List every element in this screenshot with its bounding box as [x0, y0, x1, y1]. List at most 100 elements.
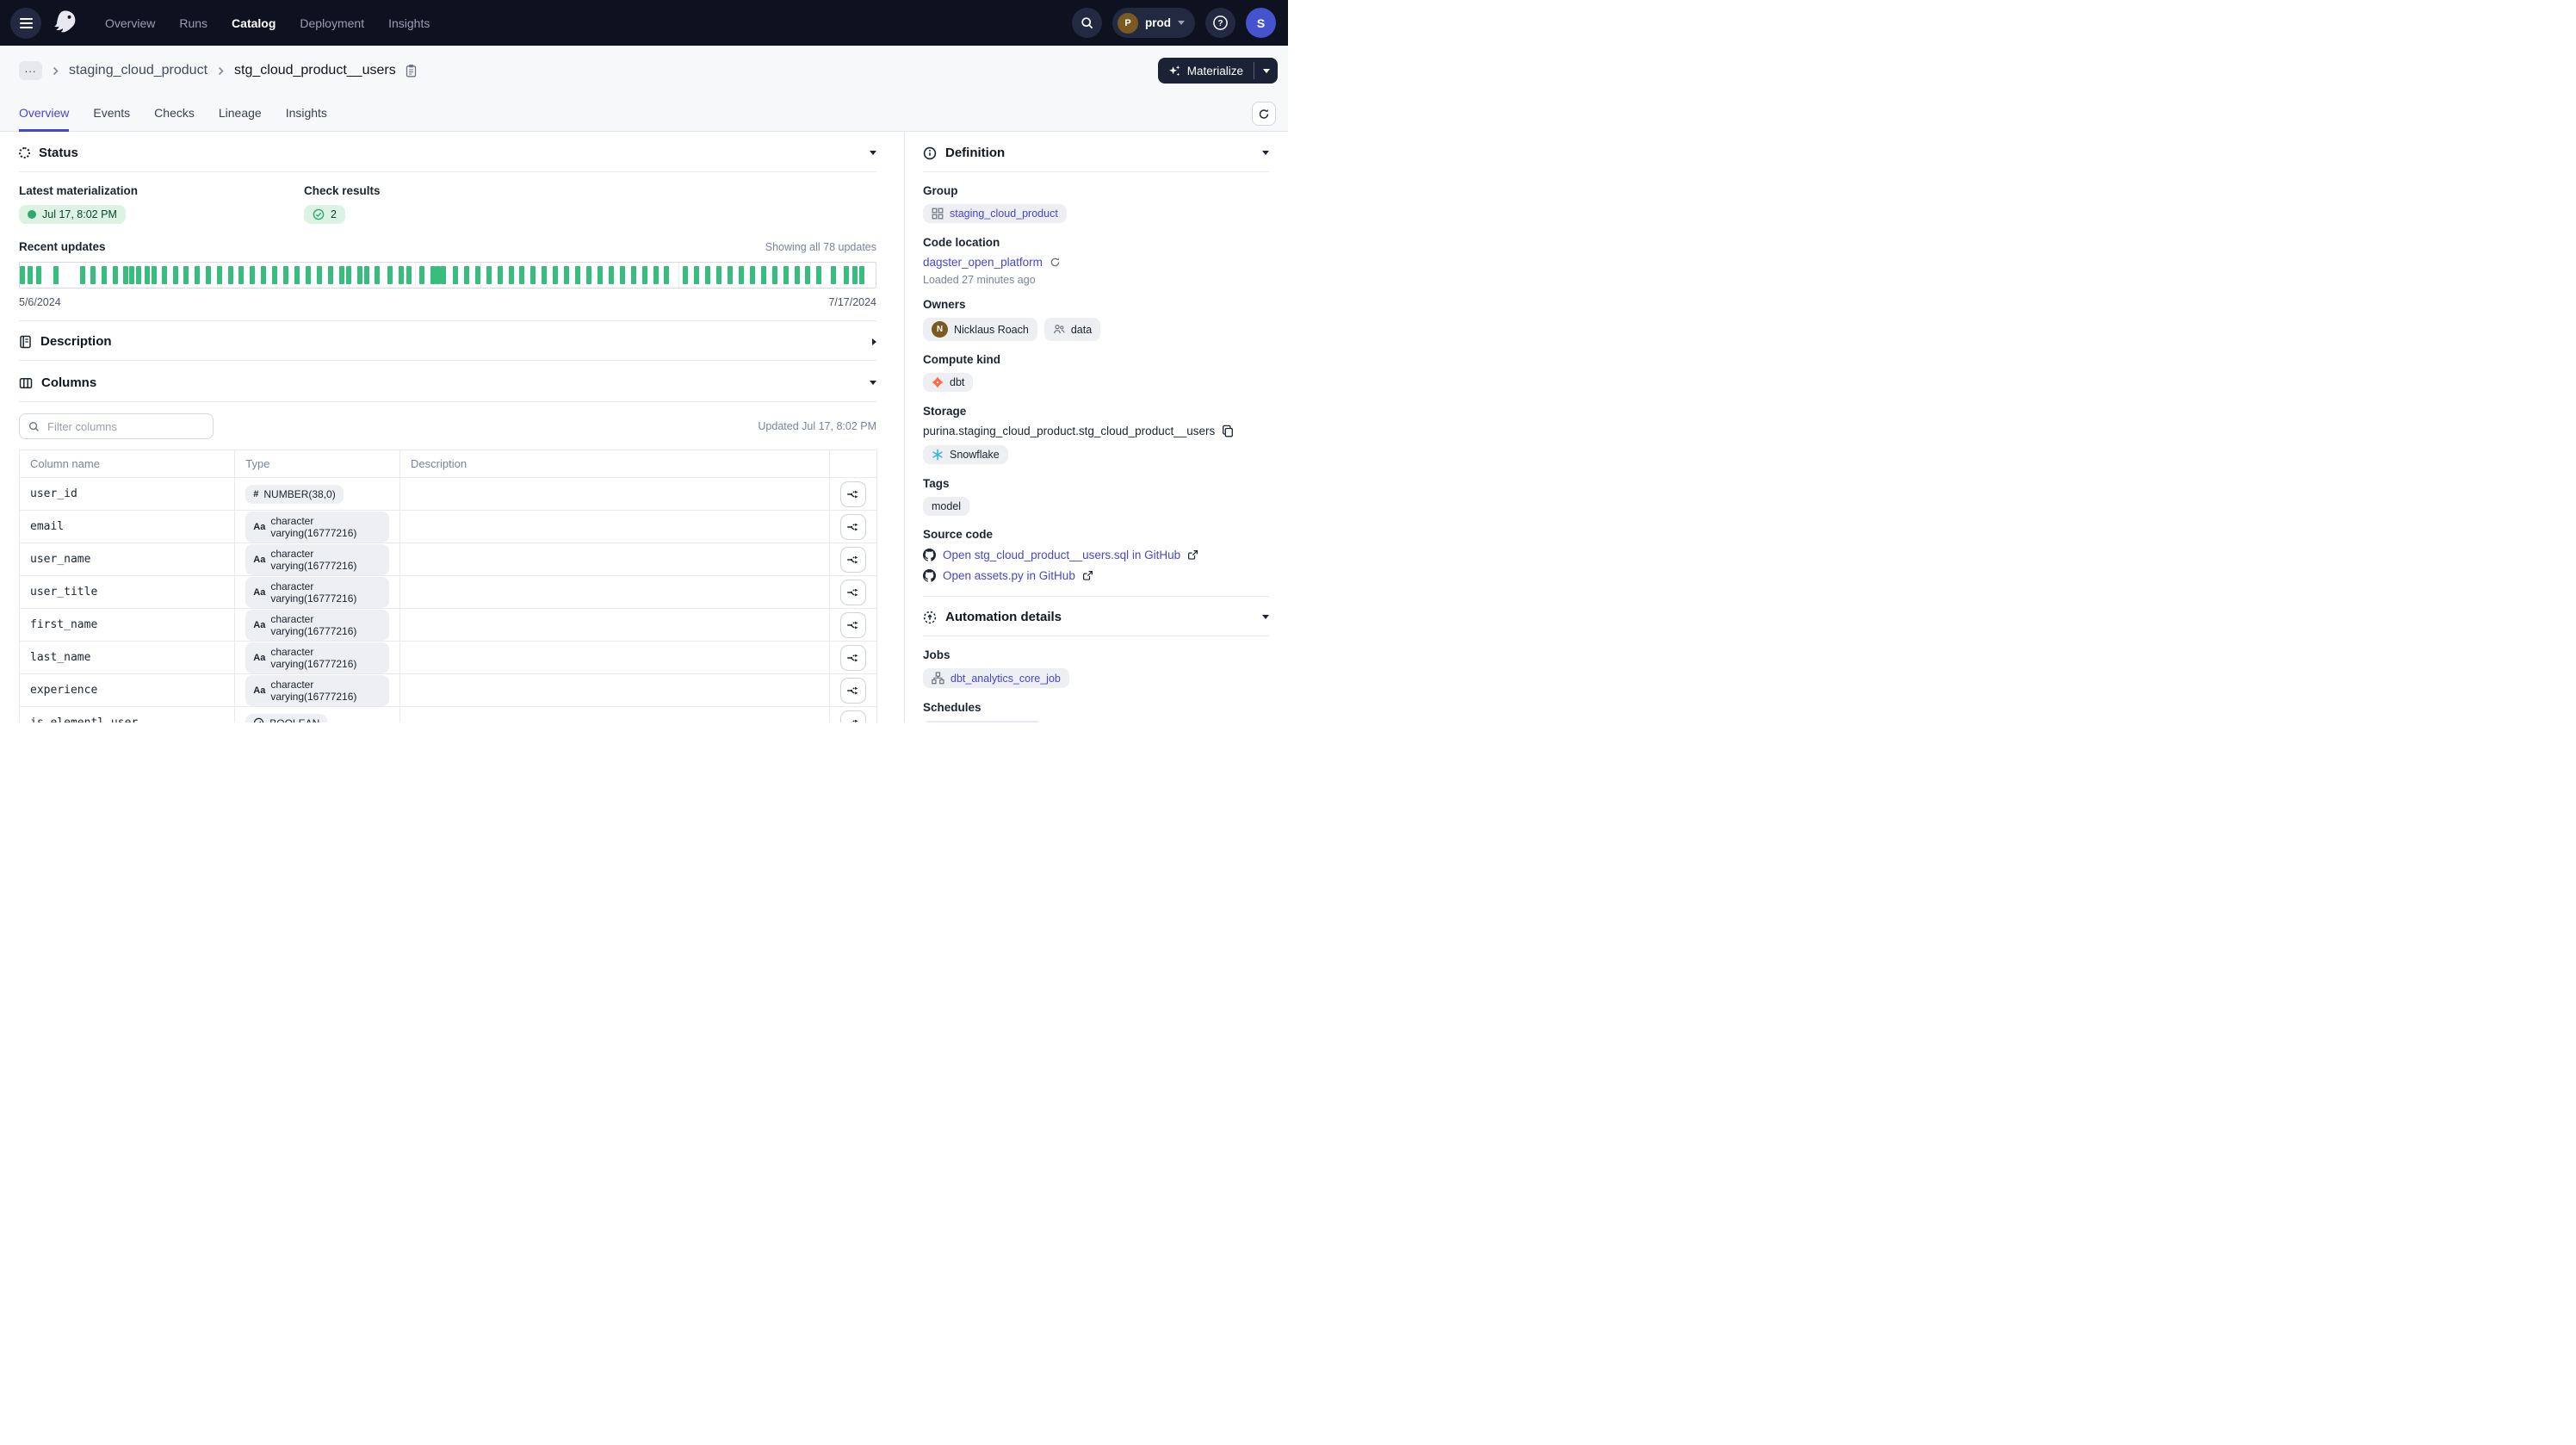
- copy-icon[interactable]: [1222, 425, 1234, 437]
- materialization-tick[interactable]: [80, 266, 85, 284]
- materialization-tick[interactable]: [145, 266, 150, 284]
- external-link-icon[interactable]: [1187, 549, 1198, 561]
- materialization-tick[interactable]: [346, 266, 351, 284]
- materialization-tick[interactable]: [129, 266, 134, 284]
- materialization-tick[interactable]: [475, 266, 480, 284]
- materialization-tick[interactable]: [586, 266, 591, 284]
- materialization-tick[interactable]: [728, 266, 733, 284]
- materialization-tick[interactable]: [831, 266, 836, 284]
- user-avatar[interactable]: S: [1246, 8, 1276, 38]
- check-results-pill[interactable]: 2: [304, 205, 345, 224]
- breadcrumb-overflow-button[interactable]: ...: [19, 61, 42, 80]
- materialization-tick[interactable]: [852, 266, 858, 284]
- materialization-tick[interactable]: [375, 266, 380, 284]
- column-lineage-button[interactable]: [840, 710, 866, 723]
- refresh-button[interactable]: [1252, 102, 1276, 126]
- latest-materialization-pill[interactable]: Jul 17, 8:02 PM: [19, 205, 126, 224]
- materialization-tick[interactable]: [387, 266, 393, 284]
- tab-lineage[interactable]: Lineage: [219, 96, 262, 132]
- materialization-tick[interactable]: [183, 266, 189, 284]
- help-icon[interactable]: ?: [1205, 8, 1235, 38]
- storage-platform-pill[interactable]: Snowflake: [923, 445, 1008, 464]
- column-lineage-button[interactable]: [840, 645, 866, 671]
- materialization-tick[interactable]: [816, 266, 821, 284]
- recent-updates-timeline[interactable]: [19, 262, 876, 288]
- materialization-tick[interactable]: [238, 266, 244, 284]
- materialization-tick[interactable]: [486, 266, 492, 284]
- materialization-tick[interactable]: [783, 266, 789, 284]
- materialization-tick[interactable]: [272, 266, 277, 284]
- materialization-tick[interactable]: [195, 266, 200, 284]
- materialization-tick[interactable]: [206, 266, 211, 284]
- materialization-tick[interactable]: [598, 266, 603, 284]
- materialization-tick[interactable]: [357, 266, 362, 284]
- materialization-tick[interactable]: [564, 266, 569, 284]
- owner-team-pill[interactable]: data: [1044, 318, 1100, 341]
- materialization-tick[interactable]: [716, 266, 721, 284]
- materialization-tick[interactable]: [113, 266, 118, 284]
- materialization-tick[interactable]: [283, 266, 288, 284]
- materialization-tick[interactable]: [530, 266, 536, 284]
- materialization-tick[interactable]: [844, 266, 849, 284]
- column-lineage-button[interactable]: [840, 678, 866, 704]
- materialize-button[interactable]: Materialize: [1158, 58, 1254, 84]
- materialization-tick[interactable]: [123, 266, 128, 284]
- tab-checks[interactable]: Checks: [154, 96, 195, 132]
- collapse-chevron-icon[interactable]: [1262, 151, 1269, 155]
- source-code-link[interactable]: Open stg_cloud_product__users.sql in Git…: [943, 549, 1180, 561]
- materialization-tick[interactable]: [217, 266, 222, 284]
- materialization-tick[interactable]: [90, 266, 96, 284]
- schedule-pill[interactable]: At 03:00 AM UTC: [923, 721, 1042, 722]
- owner-user-pill[interactable]: N Nicklaus Roach: [923, 318, 1037, 341]
- materialization-tick[interactable]: [339, 266, 344, 284]
- materialization-tick[interactable]: [317, 266, 322, 284]
- job-pill[interactable]: dbt_analytics_core_job: [923, 668, 1069, 688]
- nav-item-runs[interactable]: Runs: [179, 16, 207, 30]
- materialization-tick[interactable]: [761, 266, 766, 284]
- clipboard-copy-icon[interactable]: [405, 64, 418, 78]
- materialization-tick[interactable]: [441, 266, 446, 284]
- materialization-tick[interactable]: [772, 266, 777, 284]
- column-lineage-button[interactable]: [840, 580, 866, 605]
- materialization-tick[interactable]: [328, 266, 333, 284]
- nav-item-overview[interactable]: Overview: [105, 16, 155, 30]
- materialization-tick[interactable]: [294, 266, 300, 284]
- materialization-tick[interactable]: [553, 266, 558, 284]
- materialization-tick[interactable]: [102, 266, 107, 284]
- materialization-tick[interactable]: [136, 266, 141, 284]
- materialization-tick[interactable]: [406, 266, 412, 284]
- tab-overview[interactable]: Overview: [19, 96, 69, 132]
- external-link-icon[interactable]: [1082, 570, 1093, 581]
- materialization-tick[interactable]: [228, 266, 233, 284]
- column-lineage-button[interactable]: [840, 547, 866, 573]
- materialization-tick[interactable]: [519, 266, 524, 284]
- nav-item-deployment[interactable]: Deployment: [300, 16, 364, 30]
- materialization-tick[interactable]: [250, 266, 255, 284]
- tab-events[interactable]: Events: [93, 96, 130, 132]
- filter-columns-input[interactable]: [46, 419, 204, 434]
- column-lineage-button[interactable]: [840, 481, 866, 507]
- materialization-tick[interactable]: [36, 266, 41, 284]
- collapse-chevron-icon[interactable]: [870, 151, 876, 155]
- materialization-tick[interactable]: [575, 266, 580, 284]
- nav-item-catalog[interactable]: Catalog: [232, 16, 276, 30]
- compute-kind-pill[interactable]: dbt: [923, 373, 973, 392]
- breadcrumb-group-link[interactable]: staging_cloud_product: [69, 63, 207, 78]
- materialization-tick[interactable]: [152, 266, 157, 284]
- expand-chevron-icon[interactable]: [872, 338, 876, 345]
- dagster-logo-icon[interactable]: [50, 9, 79, 38]
- materialization-tick[interactable]: [498, 266, 503, 284]
- materialization-tick[interactable]: [750, 266, 755, 284]
- reload-icon[interactable]: [1050, 257, 1061, 268]
- column-lineage-button[interactable]: [840, 514, 866, 540]
- materialization-tick[interactable]: [805, 266, 810, 284]
- materialization-tick[interactable]: [53, 266, 59, 284]
- materialization-tick[interactable]: [173, 266, 178, 284]
- materialization-tick[interactable]: [683, 266, 688, 284]
- materialization-tick[interactable]: [705, 266, 710, 284]
- materialization-tick[interactable]: [859, 266, 864, 284]
- materialize-options-button[interactable]: [1254, 58, 1278, 84]
- materialization-tick[interactable]: [464, 266, 469, 284]
- materialization-tick[interactable]: [306, 266, 311, 284]
- materialization-tick[interactable]: [609, 266, 614, 284]
